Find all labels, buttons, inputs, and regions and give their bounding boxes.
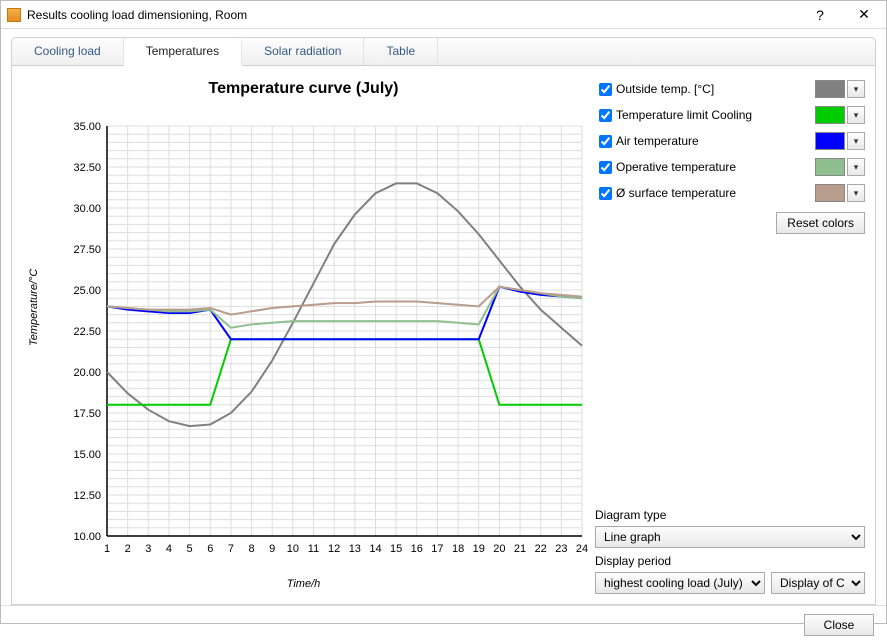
legend-swatch [815,80,845,98]
legend-item: Outside temp. [°C] ▾ [595,76,865,102]
legend-item: Temperature limit Cooling ▾ [595,102,865,128]
legend-checkbox[interactable] [599,135,612,148]
legend-color-dropdown[interactable]: ▾ [847,106,865,124]
main-panel: Temperature curve (July) Temperature/°C … [11,65,876,605]
window-title: Results cooling load dimensioning, Room [27,8,798,22]
svg-text:15.00: 15.00 [73,449,101,461]
svg-text:11: 11 [308,543,319,555]
legend-swatch [815,184,845,202]
svg-text:20.00: 20.00 [73,367,101,379]
diagram-type-select[interactable]: Line graph [595,526,865,548]
legend: Outside temp. [°C]▾Temperature limit Coo… [595,76,865,206]
svg-text:5: 5 [187,543,193,555]
tab-cooling-load[interactable]: Cooling load [12,38,124,65]
tab-solar-radiation[interactable]: Solar radiation [242,38,364,65]
svg-text:10.00: 10.00 [73,531,101,543]
display-period-select[interactable]: highest cooling load (July) [595,572,765,594]
svg-text:15: 15 [390,543,402,555]
svg-text:8: 8 [249,543,255,555]
legend-checkbox[interactable] [599,83,612,96]
svg-text:17: 17 [431,543,443,555]
svg-text:25.00: 25.00 [73,285,101,297]
svg-text:3: 3 [145,543,151,555]
svg-text:7: 7 [228,543,234,555]
legend-checkbox[interactable] [599,161,612,174]
svg-text:2: 2 [125,543,131,555]
svg-text:12: 12 [328,543,340,555]
svg-text:4: 4 [166,543,172,555]
svg-text:16: 16 [411,543,423,555]
dialog-footer: Close [1,605,886,644]
legend-checkbox[interactable] [599,187,612,200]
legend-swatch [815,106,845,124]
display-period-label: Display period [595,554,865,568]
tab-strip: Cooling load Temperatures Solar radiatio… [11,37,876,65]
svg-text:18: 18 [452,543,464,555]
legend-label: Outside temp. [°C] [616,82,815,96]
chart-area: Temperature curve (July) Temperature/°C … [22,76,585,594]
reset-colors-button[interactable]: Reset colors [776,212,865,234]
display-mode-select[interactable]: Display of CDD (24h) [771,572,865,594]
svg-text:30.00: 30.00 [73,203,101,215]
legend-color-dropdown[interactable]: ▾ [847,184,865,202]
legend-swatch [815,132,845,150]
side-panel: Outside temp. [°C]▾Temperature limit Coo… [585,76,865,594]
help-button[interactable]: ? [798,1,842,29]
legend-label: Air temperature [616,134,815,148]
legend-item: Air temperature ▾ [595,128,865,154]
svg-text:19: 19 [473,543,485,555]
svg-text:24: 24 [576,543,588,555]
svg-text:27.50: 27.50 [73,244,101,256]
svg-text:22: 22 [535,543,547,555]
svg-text:12.50: 12.50 [73,490,101,502]
legend-checkbox[interactable] [599,109,612,122]
x-axis-label: Time/h [22,578,585,590]
tab-temperatures[interactable]: Temperatures [124,38,242,66]
y-axis-label: Temperature/°C [28,269,40,346]
legend-label: Operative temperature [616,160,815,174]
svg-text:22.50: 22.50 [73,326,101,338]
svg-text:6: 6 [207,543,213,555]
legend-color-dropdown[interactable]: ▾ [847,158,865,176]
svg-text:23: 23 [555,543,567,555]
close-button[interactable]: Close [804,614,874,636]
svg-text:20: 20 [493,543,505,555]
chart-plot: 1234567891011121314151617181920212223241… [52,116,592,576]
legend-label: Temperature limit Cooling [616,108,815,122]
chart-title: Temperature curve (July) [22,80,585,98]
legend-color-dropdown[interactable]: ▾ [847,80,865,98]
svg-text:1: 1 [104,543,110,555]
svg-text:10: 10 [287,543,299,555]
legend-label: Ø surface temperature [616,186,815,200]
close-window-button[interactable]: ✕ [842,1,886,29]
svg-text:9: 9 [269,543,275,555]
tab-table[interactable]: Table [364,38,438,65]
svg-text:17.50: 17.50 [73,408,101,420]
title-bar: Results cooling load dimensioning, Room … [1,1,886,29]
svg-text:14: 14 [369,543,381,555]
svg-text:32.50: 32.50 [73,162,101,174]
app-icon [7,8,21,22]
legend-item: Ø surface temperature ▾ [595,180,865,206]
legend-item: Operative temperature ▾ [595,154,865,180]
svg-text:21: 21 [514,543,526,555]
legend-swatch [815,158,845,176]
svg-text:35.00: 35.00 [73,121,101,133]
diagram-type-label: Diagram type [595,508,865,522]
legend-color-dropdown[interactable]: ▾ [847,132,865,150]
svg-text:13: 13 [349,543,361,555]
